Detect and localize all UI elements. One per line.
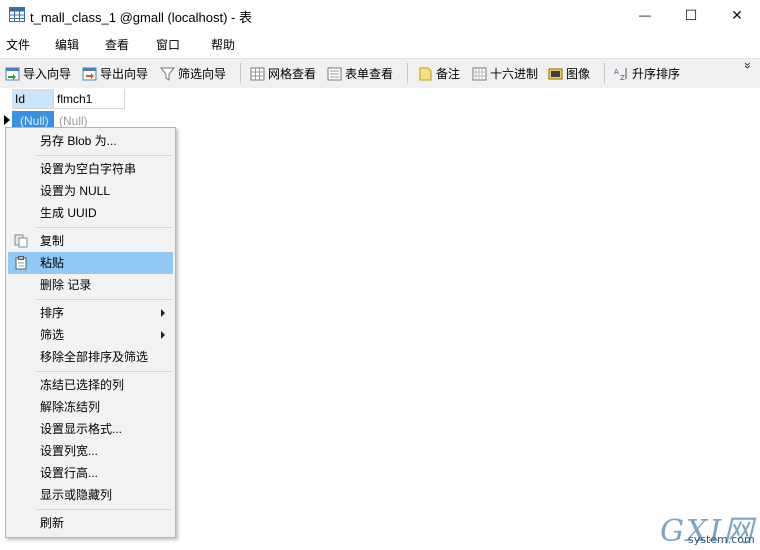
menu-separator xyxy=(36,509,172,510)
hex-label: 十六进制 xyxy=(490,67,539,81)
menu-item-remove-all-sort-filter[interactable]: 移除全部排序及筛选 xyxy=(8,346,173,368)
menu-separator xyxy=(36,227,172,228)
import-icon xyxy=(5,67,20,80)
menu-view[interactable]: 查看 xyxy=(105,36,129,53)
watermark-sub: system.com xyxy=(688,533,755,546)
menu-item-refresh[interactable]: 刷新 xyxy=(8,512,173,534)
table-app-icon xyxy=(9,7,25,22)
menu-item-paste[interactable]: 粘贴 xyxy=(8,252,173,274)
toolbar: 导入向导 导出向导 筛选向导 网格查看 表单查看 备注 十六进制 图像 A Z … xyxy=(0,58,760,89)
menu-help[interactable]: 帮助 xyxy=(211,36,235,53)
hex-icon xyxy=(472,67,487,80)
filter-wizard-label: 筛选向导 xyxy=(178,67,227,81)
menu-item-generate-uuid[interactable]: 生成 UUID xyxy=(8,202,173,224)
menu-item-filter[interactable]: 筛选 xyxy=(8,324,173,346)
menu-item-freeze-columns[interactable]: 冻结已选择的列 xyxy=(8,374,173,396)
export-icon xyxy=(82,67,97,80)
maximize-button[interactable]: ☐ xyxy=(668,0,714,30)
image-label: 图像 xyxy=(566,67,591,81)
svg-text:A: A xyxy=(614,68,619,76)
close-icon: ✕ xyxy=(731,6,743,23)
watermark-logo: GXI网 system.com xyxy=(660,506,760,549)
submenu-arrow-icon xyxy=(161,309,165,317)
form-view-button[interactable]: 表单查看 xyxy=(327,65,393,82)
menu-bar: 文件 编辑 查看 窗口 帮助 xyxy=(0,32,760,56)
toolbar-separator xyxy=(604,63,605,84)
menu-item-delete-record[interactable]: 删除 记录 xyxy=(8,274,173,296)
menu-item-column-width[interactable]: 设置列宽... xyxy=(8,440,173,462)
filter-icon xyxy=(160,67,175,81)
export-wizard-button[interactable]: 导出向导 xyxy=(82,65,148,82)
menu-item-unfreeze-columns[interactable]: 解除冻结列 xyxy=(8,396,173,418)
grid-view-label: 网格查看 xyxy=(268,67,317,81)
grid-view-button[interactable]: 网格查看 xyxy=(250,65,316,82)
menu-item-row-height[interactable]: 设置行高... xyxy=(8,462,173,484)
close-button[interactable]: ✕ xyxy=(714,0,760,30)
minimize-icon: — xyxy=(639,8,651,22)
memo-label: 备注 xyxy=(436,67,461,81)
window-title: t_mall_class_1 @gmall (localhost) - 表 xyxy=(30,10,252,25)
menu-separator xyxy=(36,299,172,300)
menu-separator xyxy=(36,371,172,372)
sort-ascending-button[interactable]: A Z 升序排序 xyxy=(614,65,680,82)
form-icon xyxy=(327,67,342,80)
toolbar-separator xyxy=(240,63,241,84)
copy-icon xyxy=(14,234,28,248)
menu-window[interactable]: 窗口 xyxy=(156,36,180,53)
memo-button[interactable]: 备注 xyxy=(418,65,460,82)
menu-item-copy[interactable]: 复制 xyxy=(8,230,173,252)
sort-ascending-label: 升序排序 xyxy=(632,67,681,81)
filter-wizard-button[interactable]: 筛选向导 xyxy=(160,65,226,82)
column-header-id[interactable]: Id xyxy=(12,89,54,109)
grid-icon xyxy=(250,67,265,80)
memo-icon xyxy=(419,67,432,80)
paste-icon xyxy=(15,256,27,270)
maximize-icon: ☐ xyxy=(684,6,698,23)
import-wizard-label: 导入向导 xyxy=(23,67,72,81)
menu-edit[interactable]: 编辑 xyxy=(55,36,79,53)
sort-ascending-icon: A Z xyxy=(614,67,627,81)
title-bar: t_mall_class_1 @gmall (localhost) - 表 — … xyxy=(0,0,760,30)
menu-item-display-format[interactable]: 设置显示格式... xyxy=(8,418,173,440)
export-wizard-label: 导出向导 xyxy=(100,67,149,81)
menu-item-sort[interactable]: 排序 xyxy=(8,302,173,324)
minimize-button[interactable]: — xyxy=(622,0,668,30)
toolbar-separator xyxy=(407,63,408,84)
import-wizard-button[interactable]: 导入向导 xyxy=(5,65,71,82)
menu-separator xyxy=(36,155,172,156)
context-menu: 另存 Blob 为... 设置为空白字符串 设置为 NULL 生成 UUID 复… xyxy=(5,127,176,538)
menu-item-show-hide-columns[interactable]: 显示或隐藏列 xyxy=(8,484,173,506)
svg-text:Z: Z xyxy=(620,74,625,81)
toolbar-overflow-icon[interactable]: » xyxy=(741,61,755,71)
hex-button[interactable]: 十六进制 xyxy=(472,65,538,82)
image-icon xyxy=(548,68,563,79)
menu-file[interactable]: 文件 xyxy=(6,36,30,53)
menu-item-set-empty-string[interactable]: 设置为空白字符串 xyxy=(8,158,173,180)
image-button[interactable]: 图像 xyxy=(548,65,590,82)
menu-item-set-null[interactable]: 设置为 NULL xyxy=(8,180,173,202)
form-view-label: 表单查看 xyxy=(345,67,394,81)
submenu-arrow-icon xyxy=(161,331,165,339)
column-header-flmch1[interactable]: flmch1 xyxy=(54,89,125,109)
menu-item-save-blob-as[interactable]: 另存 Blob 为... xyxy=(8,130,173,152)
current-row-indicator-icon xyxy=(4,115,10,125)
